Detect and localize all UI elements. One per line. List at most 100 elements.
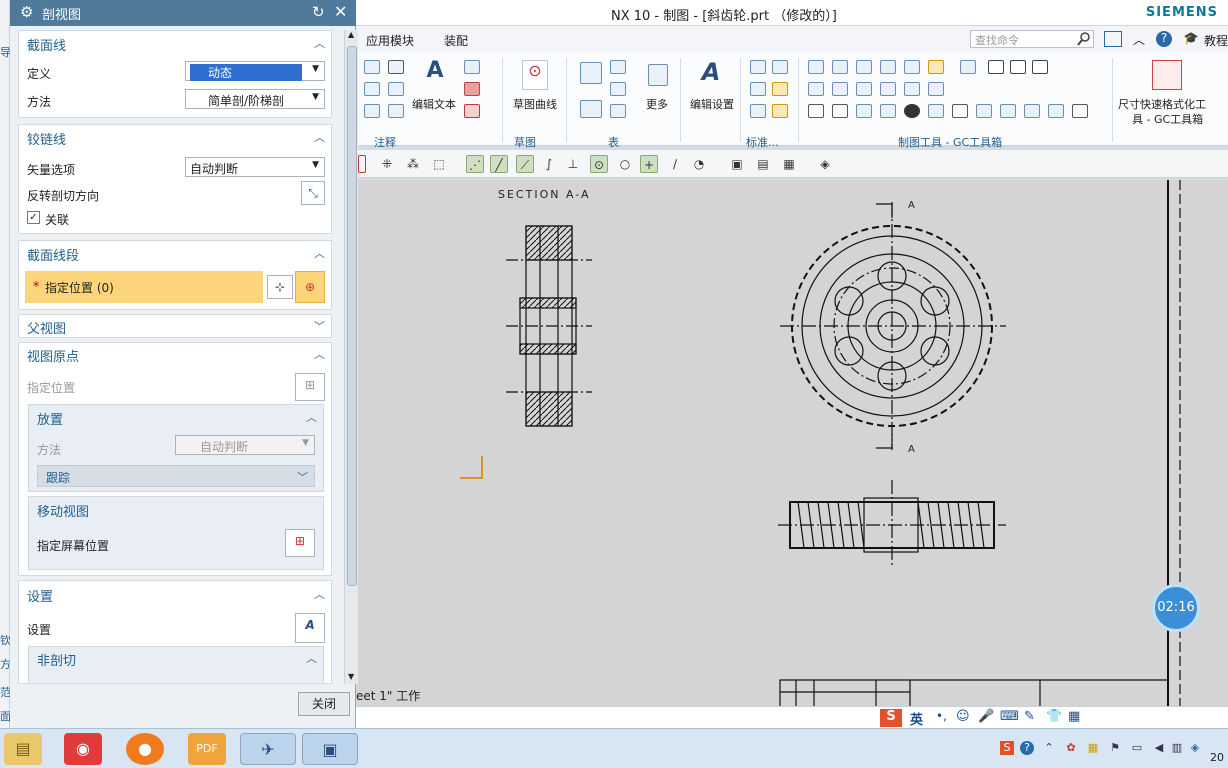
std-tool-3-icon[interactable] xyxy=(750,82,766,96)
view-2-icon[interactable]: ▤ xyxy=(754,155,772,173)
add-point-button[interactable]: ⊹ xyxy=(267,275,293,299)
gc-tool-4-icon[interactable] xyxy=(880,60,896,74)
std-tool-5-icon[interactable] xyxy=(750,104,766,118)
help-icon[interactable]: ? xyxy=(1156,31,1172,47)
gc-tool-26-icon[interactable] xyxy=(1024,104,1040,118)
gc-tool-10-icon[interactable] xyxy=(1032,60,1048,74)
part-list-icon[interactable] xyxy=(610,60,626,74)
gc-tool-6-icon[interactable] xyxy=(928,60,944,74)
center-icon[interactable]: ⊙ xyxy=(590,155,608,173)
view-origin-header[interactable]: 视图原点 xyxy=(27,346,79,365)
gc-tool-16-icon[interactable] xyxy=(928,82,944,96)
edit-text-button[interactable]: 编辑文本 xyxy=(412,96,456,112)
menu-application[interactable]: 应用模块 xyxy=(366,32,414,49)
gc-tool-7-icon[interactable] xyxy=(960,60,976,74)
gc-tool-5-icon[interactable] xyxy=(904,60,920,74)
gc-tool-17-icon[interactable] xyxy=(808,104,824,118)
section-line-header[interactable]: 截面线 xyxy=(27,35,66,54)
chevron-up-icon[interactable]: ︿ xyxy=(314,586,325,602)
end-point-icon[interactable]: ⟋ xyxy=(516,155,534,173)
point-icon[interactable]: ◔ xyxy=(690,155,708,173)
window-icon[interactable] xyxy=(1104,31,1122,47)
circle-icon[interactable]: ○ xyxy=(616,155,634,173)
edit-settings-icon[interactable]: A xyxy=(696,58,726,88)
volume-icon[interactable]: ◀ xyxy=(1152,741,1166,755)
gc-tool-9-icon[interactable] xyxy=(1010,60,1026,74)
microphone-icon[interactable]: 🎤 xyxy=(978,709,994,724)
specify-location-row[interactable]: * 指定位置 (0) xyxy=(25,271,263,303)
chevron-up-icon[interactable]: ︿ xyxy=(314,35,325,51)
rect-select-icon[interactable]: ⬚ xyxy=(430,155,448,173)
gc-tool-15-icon[interactable] xyxy=(904,82,920,96)
gc-tool-3-icon[interactable] xyxy=(856,60,872,74)
menu-tutorial[interactable]: 教程 xyxy=(1204,32,1228,49)
gc-tool-13-icon[interactable] xyxy=(856,82,872,96)
curve-icon[interactable]: ∫ xyxy=(540,155,558,173)
parent-view-header[interactable]: 父视图 xyxy=(27,318,66,337)
section-view-aa[interactable] xyxy=(506,225,592,427)
gc-gear-icon[interactable] xyxy=(1072,104,1088,118)
track-row[interactable]: 跟踪 ﹀ xyxy=(37,465,315,487)
datum-tool-icon[interactable] xyxy=(364,82,380,96)
chevron-up-icon[interactable]: ︿ xyxy=(314,346,325,362)
toolbox-icon[interactable]: ✎ xyxy=(1024,709,1035,724)
gear-icon[interactable]: ⚙ xyxy=(20,3,33,21)
tabular-icon[interactable] xyxy=(580,100,602,118)
tray-app-4-icon[interactable]: ▭ xyxy=(1130,741,1144,755)
table-note-icon[interactable] xyxy=(580,62,602,84)
cross-tool-icon[interactable] xyxy=(388,60,404,74)
std-tool-2-icon[interactable] xyxy=(772,60,788,74)
std-tool-6-icon[interactable] xyxy=(772,104,788,118)
chevron-up-icon[interactable]: ︿ xyxy=(306,650,317,666)
gc-tool-8-icon[interactable] xyxy=(988,60,1004,74)
image-tool-icon[interactable] xyxy=(364,104,380,118)
filter-icon[interactable] xyxy=(358,155,366,173)
close-button[interactable]: 关闭 xyxy=(298,692,350,716)
check-tool-icon[interactable] xyxy=(388,104,404,118)
section-segment-header[interactable]: 截面线段 xyxy=(27,245,79,264)
scroll-down-icon[interactable]: ▼ xyxy=(348,672,354,681)
specify-screen-button[interactable]: ⊞ xyxy=(285,529,315,557)
edit-settings-button[interactable]: 编辑设置 xyxy=(690,96,734,112)
gc-tool-27-icon[interactable] xyxy=(1048,104,1064,118)
menu-assembly[interactable]: 装配 xyxy=(444,32,468,49)
line-snap-icon[interactable]: ╱ xyxy=(490,155,508,173)
view-4-icon[interactable]: ◈ xyxy=(816,155,834,173)
pdf-reader-icon[interactable]: PDF xyxy=(188,733,226,765)
file-explorer-icon[interactable]: ▤ xyxy=(4,733,42,765)
nx-app-icon[interactable]: ✈ xyxy=(240,733,296,765)
move-view-header[interactable]: 移动视图 xyxy=(37,501,89,520)
tray-arrow-icon[interactable]: ⌃ xyxy=(1042,741,1056,755)
skin-icon[interactable]: 👕 xyxy=(1046,709,1062,724)
scroll-up-icon[interactable]: ▲ xyxy=(348,30,354,39)
pin-icon[interactable]: ⁂ xyxy=(404,155,422,173)
vector-option-select[interactable]: 自动判断 ▼ xyxy=(185,157,325,177)
associative-checkbox[interactable]: ✓ xyxy=(27,211,40,224)
grid-icon[interactable]: ▦ xyxy=(1068,709,1080,724)
snap-icon[interactable]: ⁜ xyxy=(378,155,396,173)
chevron-up-icon[interactable]: ︿ xyxy=(1130,31,1148,47)
close-icon[interactable]: ✕ xyxy=(334,2,347,21)
dim-format-icon[interactable] xyxy=(1152,60,1182,90)
firefox-icon[interactable]: ● xyxy=(126,733,164,765)
view-origin-location-button[interactable]: ⊞ xyxy=(295,373,325,401)
gc-tool-12-icon[interactable] xyxy=(832,82,848,96)
graduation-cap-icon[interactable]: 🎓 xyxy=(1182,31,1200,47)
tray-app-3-icon[interactable]: ⚑ xyxy=(1108,741,1122,755)
std-tool-4-icon[interactable] xyxy=(772,82,788,96)
note-tool-icon[interactable] xyxy=(364,60,380,74)
snap-point-icon[interactable]: ⋰ xyxy=(466,155,484,173)
settings-header[interactable]: 设置 xyxy=(27,586,53,605)
dialog-scrollbar[interactable]: ▲ ▼ xyxy=(344,30,358,684)
image-viewer-icon[interactable]: ▣ xyxy=(302,733,358,765)
gc-tool-2-icon[interactable] xyxy=(832,60,848,74)
intersection-icon[interactable]: + xyxy=(640,155,658,173)
view-1-icon[interactable]: ▣ xyxy=(728,155,746,173)
keyboard-icon[interactable]: ⌨ xyxy=(1000,709,1019,724)
netease-music-icon[interactable]: ◉ xyxy=(64,733,102,765)
punctuation-icon[interactable]: •, xyxy=(936,709,947,723)
help-tray-icon[interactable]: ? xyxy=(1020,741,1034,755)
paint-icon[interactable] xyxy=(464,104,480,118)
gc-tool-11-icon[interactable] xyxy=(808,82,824,96)
tray-app-2-icon[interactable]: ▦ xyxy=(1086,741,1100,755)
